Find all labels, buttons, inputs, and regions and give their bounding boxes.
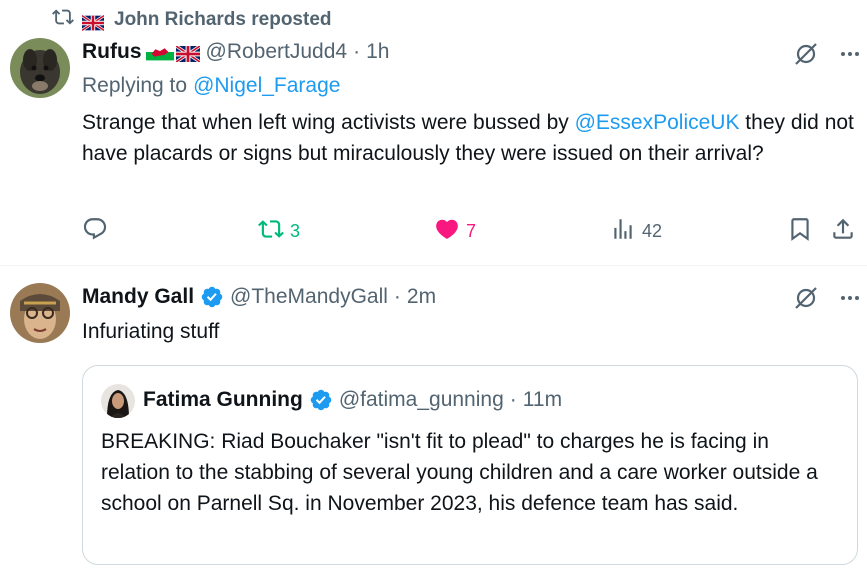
bookmark-icon <box>787 216 813 247</box>
divider <box>0 265 867 266</box>
grok-icon[interactable] <box>792 284 820 317</box>
like-icon <box>434 216 460 247</box>
quote-text: BREAKING: Riad Bouchaker "isn't fit to p… <box>101 430 818 515</box>
tweet1-top-icons <box>792 40 864 73</box>
bookmark-button[interactable] <box>787 216 813 247</box>
flag-uk-icon <box>81 12 106 32</box>
like-button[interactable]: 7 <box>434 216 476 247</box>
avatar[interactable] <box>10 38 70 98</box>
timestamp[interactable]: 1h <box>366 40 389 64</box>
repost-indicator[interactable]: John Richards reposted <box>52 8 332 32</box>
more-icon[interactable] <box>836 40 864 73</box>
quote-tweet-card[interactable]: Fatima Gunning @fatima_gunning · 11m BRE… <box>82 365 858 565</box>
repost-icon <box>52 6 74 34</box>
repost-count: 3 <box>290 221 301 241</box>
author-name: Fatima Gunning <box>143 388 303 411</box>
repost-button[interactable]: 3 <box>258 216 300 247</box>
verified-icon <box>200 285 224 309</box>
author-handle[interactable]: @TheMandyGall <box>230 285 388 309</box>
repost-icon <box>258 216 284 247</box>
tweet2-header: Mandy Gall @TheMandyGall · 2m <box>82 285 436 309</box>
tweet1-header: Rufus @RobertJudd4 · 1h <box>82 40 389 64</box>
replying-prefix: Replying to <box>82 74 188 97</box>
quote-header: Fatima Gunning @fatima_gunning · 11m <box>143 388 562 412</box>
author-name[interactable]: Mandy Gall <box>82 285 194 309</box>
tweet1-text: Strange that when left wing activists we… <box>82 107 857 169</box>
like-count: 7 <box>466 221 477 241</box>
mention-link[interactable]: @EssexPoliceUK <box>575 111 740 134</box>
tweet1-actions: 3 7 42 <box>82 212 857 248</box>
author-name[interactable]: Rufus <box>82 40 142 64</box>
views-count: 42 <box>642 221 663 241</box>
repost-label: John Richards reposted <box>114 9 332 30</box>
share-button[interactable] <box>830 216 856 247</box>
flag-uk-icon <box>174 44 201 64</box>
separator-dot: · <box>393 285 401 308</box>
replying-to-line: Replying to @Nigel_Farage <box>82 74 340 98</box>
more-icon[interactable] <box>836 284 864 317</box>
tweet2-text: Infuriating stuff <box>82 320 220 343</box>
share-icon <box>830 216 856 247</box>
author-handle: @fatima_gunning <box>338 388 504 411</box>
tweet-text-part: Strange that when left wing activists we… <box>82 111 575 134</box>
avatar[interactable] <box>101 384 135 418</box>
grok-icon[interactable] <box>792 40 820 73</box>
verified-icon <box>309 388 333 412</box>
tweet2-top-icons <box>792 284 864 317</box>
author-handle[interactable]: @RobertJudd4 <box>206 40 348 64</box>
avatar[interactable] <box>10 283 70 343</box>
separator-dot: · <box>353 40 361 63</box>
reply-button[interactable] <box>82 216 108 247</box>
timestamp[interactable]: 2m <box>407 285 436 309</box>
separator-dot: · <box>509 388 517 411</box>
reply-icon <box>82 216 108 247</box>
replying-to-link[interactable]: @Nigel_Farage <box>193 74 340 98</box>
timestamp: 11m <box>522 388 563 411</box>
flag-wales-icon <box>145 43 174 61</box>
views-button[interactable]: 42 <box>610 216 662 247</box>
views-icon <box>610 216 636 247</box>
